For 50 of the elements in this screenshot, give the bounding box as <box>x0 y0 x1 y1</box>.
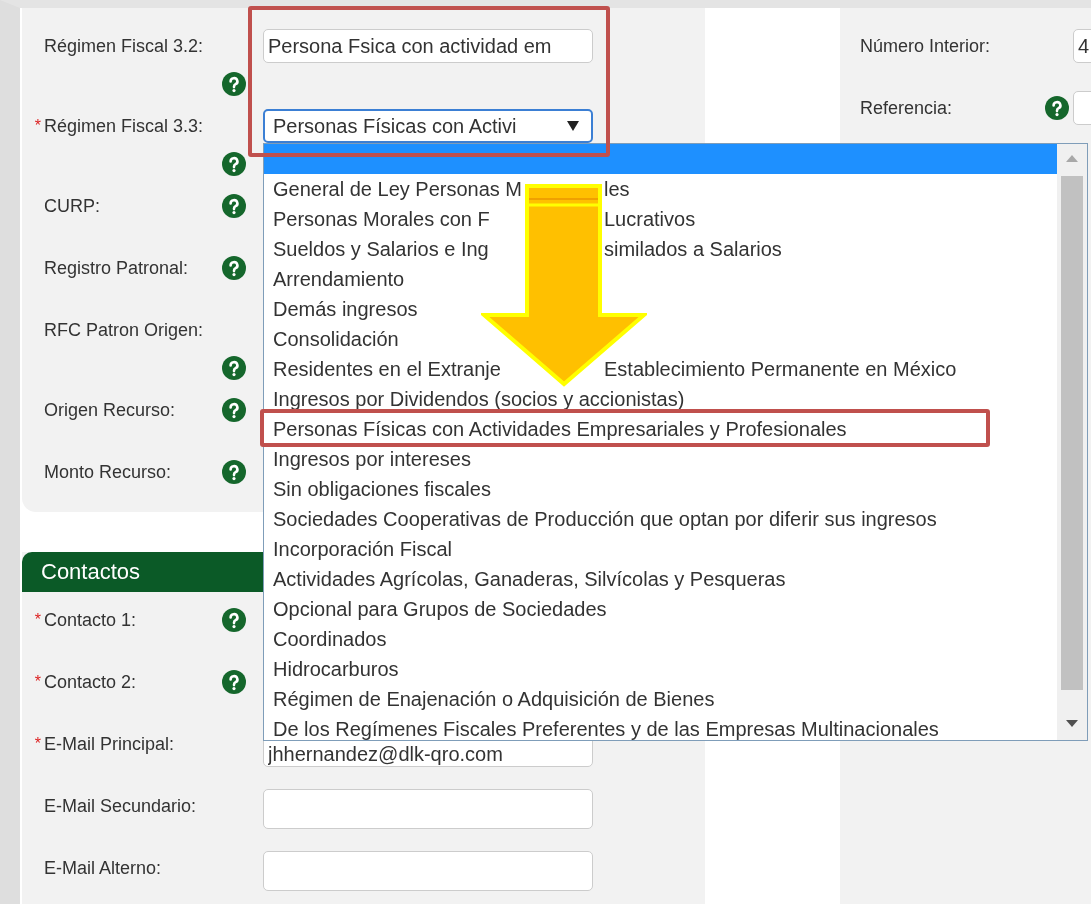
input-field[interactable] <box>263 851 593 891</box>
help-icon[interactable] <box>222 356 246 380</box>
dropdown-option[interactable]: General de Ley Personas M les <box>273 178 630 200</box>
field-label: Número Interior: <box>860 35 991 58</box>
help-icon[interactable] <box>222 608 246 632</box>
field-label: Referencia: <box>860 97 953 120</box>
required-mark: * <box>33 117 42 135</box>
help-icon[interactable] <box>1045 96 1069 120</box>
field-label: Origen Recurso: <box>44 399 176 422</box>
dropdown-option[interactable]: Arrendamiento <box>273 268 405 290</box>
required-mark: * <box>33 673 42 691</box>
help-icon[interactable] <box>222 194 246 218</box>
field-label: RFC Patron Origen: <box>44 319 204 342</box>
help-icon[interactable] <box>222 670 246 694</box>
field-label: Régimen Fiscal 3.3: <box>44 115 204 138</box>
field-label: Registro Patronal: <box>44 257 189 280</box>
required-mark: * <box>33 611 42 629</box>
field-label: Contacto 2: <box>44 671 137 694</box>
dropdown-option[interactable]: Sociedades Cooperativas de Producción que optan por diferir sus ingresos <box>273 508 937 530</box>
input-field[interactable]: 4 <box>1073 29 1091 63</box>
dropdown-option[interactable]: Sin obligaciones fiscales <box>273 478 491 500</box>
required-mark: * <box>33 735 42 753</box>
input-field[interactable] <box>263 789 593 829</box>
input-field[interactable]: Persona Fsica con actividad em <box>263 29 593 63</box>
dropdown-option[interactable]: Sueldos y Salarios e Ing similados a Salarios <box>273 238 782 260</box>
field-label: CURP: <box>44 195 100 218</box>
dropdown-option[interactable]: Coordinados <box>273 628 387 650</box>
dropdown-option[interactable]: Demás ingresos <box>273 298 418 320</box>
field-label: E-Mail Secundario: <box>44 795 197 818</box>
dropdown-option[interactable]: Personas Físicas con Actividades Empresariales y Profesionales <box>273 418 847 440</box>
caret-icon <box>567 121 579 131</box>
dropdown-option[interactable]: Régimen de Enajenación o Adquisición de Bienes <box>273 688 715 710</box>
field-label: E-Mail Principal: <box>44 733 175 756</box>
help-icon[interactable] <box>222 256 246 280</box>
help-icon[interactable] <box>222 398 246 422</box>
help-icon[interactable] <box>222 460 246 484</box>
dropdown-option[interactable]: Residentes en el Extranje Establecimiento Permanente en México <box>273 358 957 380</box>
dropdown-option[interactable]: Personas Morales con F Lucrativos <box>273 208 696 230</box>
scrollbar[interactable] <box>1057 144 1087 740</box>
field-label: E-Mail Alterno: <box>44 857 162 880</box>
field-label: Contacto 1: <box>44 609 137 632</box>
select-field[interactable]: Personas Físicas con Activi <box>263 109 593 143</box>
dropdown-option[interactable]: Opcional para Grupos de Sociedades <box>273 598 607 620</box>
dropdown-option[interactable]: Consolidación <box>273 328 399 350</box>
help-icon[interactable] <box>222 72 246 96</box>
dropdown-option[interactable]: Hidrocarburos <box>273 658 399 680</box>
help-icon[interactable] <box>222 152 246 176</box>
dropdown-option[interactable]: Ingresos por intereses <box>273 448 471 470</box>
field-label: Monto Recurso: <box>44 461 172 484</box>
field-label: Régimen Fiscal 3.2: <box>44 35 204 58</box>
